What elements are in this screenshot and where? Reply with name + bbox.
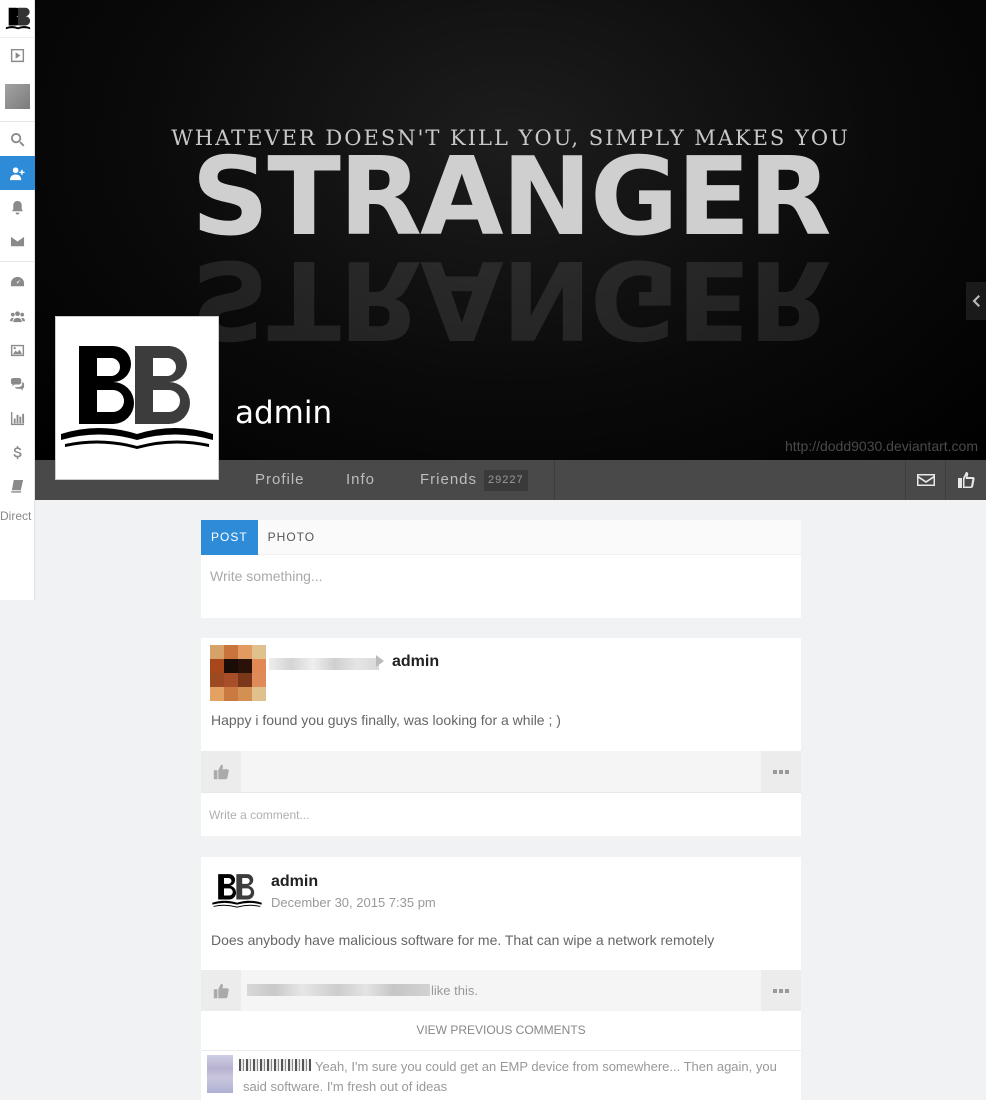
more-options-button[interactable] <box>761 751 801 792</box>
sidebar-item-photos[interactable] <box>0 333 35 367</box>
sidebar-divider <box>0 261 34 262</box>
comment-input[interactable]: Write a comment... <box>201 792 801 836</box>
dashboard-icon <box>10 276 25 286</box>
envelope-icon <box>916 474 935 486</box>
sidebar-item-notifications[interactable] <box>0 190 35 224</box>
sidebar-directory-label[interactable]: Direct <box>0 509 31 523</box>
more-options-button[interactable] <box>761 970 801 1011</box>
view-previous-comments-link[interactable]: VIEW PREVIOUS COMMENTS <box>201 1023 801 1037</box>
cover-credit: http://dodd9030.deviantart.com <box>784 438 978 454</box>
tab-info[interactable]: Info <box>346 460 375 500</box>
post-author[interactable]: admin <box>271 873 318 891</box>
cover-headline: STRANGER <box>191 135 831 260</box>
sidebar-item-add-friend[interactable] <box>0 156 35 190</box>
search-icon <box>10 132 25 146</box>
sidebar-item-groups[interactable] <box>0 299 35 333</box>
comment-text: Yeah, I'm sure you could get an EMP devi… <box>243 1059 777 1094</box>
post-timestamp[interactable]: December 30, 2015 7:35 pm <box>271 895 436 910</box>
avatar[interactable] <box>207 1055 233 1093</box>
tab-friends[interactable]: Friends <box>420 460 477 500</box>
sidebar-item-dashboard[interactable] <box>0 265 35 299</box>
post-actions <box>201 751 801 792</box>
bar-chart-icon <box>10 411 25 425</box>
like-button[interactable] <box>201 751 241 792</box>
site-logo[interactable] <box>0 0 35 38</box>
avatar <box>5 84 30 109</box>
feed-post: admin Happy i found you guys finally, wa… <box>201 638 801 836</box>
sidebar-item-stats[interactable] <box>0 401 35 435</box>
post-composer: POST PHOTO Write something... <box>201 520 801 618</box>
comment-item: Yeah, I'm sure you could get an EMP devi… <box>201 1050 801 1100</box>
tab-profile[interactable]: Profile <box>255 460 305 500</box>
composer-tabs: POST PHOTO <box>201 520 801 555</box>
bell-icon <box>11 200 24 215</box>
post-body: Does anybody have malicious software for… <box>211 932 715 948</box>
thumbs-up-icon <box>213 764 229 779</box>
chevron-left-icon <box>972 295 980 307</box>
redacted-likers <box>247 984 430 996</box>
friends-count-badge: 29227 <box>484 470 528 491</box>
image-icon <box>10 344 25 356</box>
avatar[interactable] <box>210 645 266 701</box>
like-summary: like this. <box>431 983 478 998</box>
profile-avatar[interactable] <box>55 316 219 480</box>
like-profile-button[interactable] <box>945 460 985 500</box>
composer-input[interactable]: Write something... <box>201 555 801 597</box>
avatar[interactable] <box>211 871 263 911</box>
chat-icon <box>10 377 25 391</box>
profile-name: admin <box>235 395 333 431</box>
feed-post: admin December 30, 2015 7:35 pm Does any… <box>201 857 801 1100</box>
bb-logo-icon <box>61 346 213 449</box>
left-sidebar: Direct <box>0 0 35 600</box>
sidebar-item-directory[interactable] <box>0 469 35 503</box>
add-user-icon <box>10 166 25 180</box>
thumbs-up-icon <box>957 472 975 488</box>
post-body: Happy i found you guys finally, was look… <box>211 712 561 728</box>
envelope-icon <box>10 236 25 246</box>
post-actions: like this. <box>201 970 801 1011</box>
sidebar-item-funding[interactable] <box>0 435 35 469</box>
like-button[interactable] <box>201 970 241 1011</box>
thumbs-up-icon <box>213 983 229 998</box>
post-author[interactable]: admin <box>392 653 439 671</box>
sidebar-item-search[interactable] <box>0 122 35 156</box>
sidebar-item-media[interactable] <box>0 38 35 72</box>
sidebar-item-messages[interactable] <box>0 224 35 258</box>
users-icon <box>10 310 25 322</box>
sidebar-user-avatar[interactable] <box>0 72 35 122</box>
send-message-button[interactable] <box>905 460 945 500</box>
sidebar-item-forum[interactable] <box>0 367 35 401</box>
bb-logo-icon <box>3 4 32 33</box>
cover-collapse-toggle[interactable] <box>966 282 986 320</box>
nav-divider <box>554 460 555 500</box>
redacted-author <box>269 658 379 670</box>
dollar-icon <box>13 445 22 459</box>
play-icon <box>10 48 25 62</box>
tab-post[interactable]: POST <box>201 520 258 555</box>
caret-right-icon <box>376 655 384 667</box>
book-icon <box>11 479 24 493</box>
tab-photo[interactable]: PHOTO <box>258 520 325 555</box>
